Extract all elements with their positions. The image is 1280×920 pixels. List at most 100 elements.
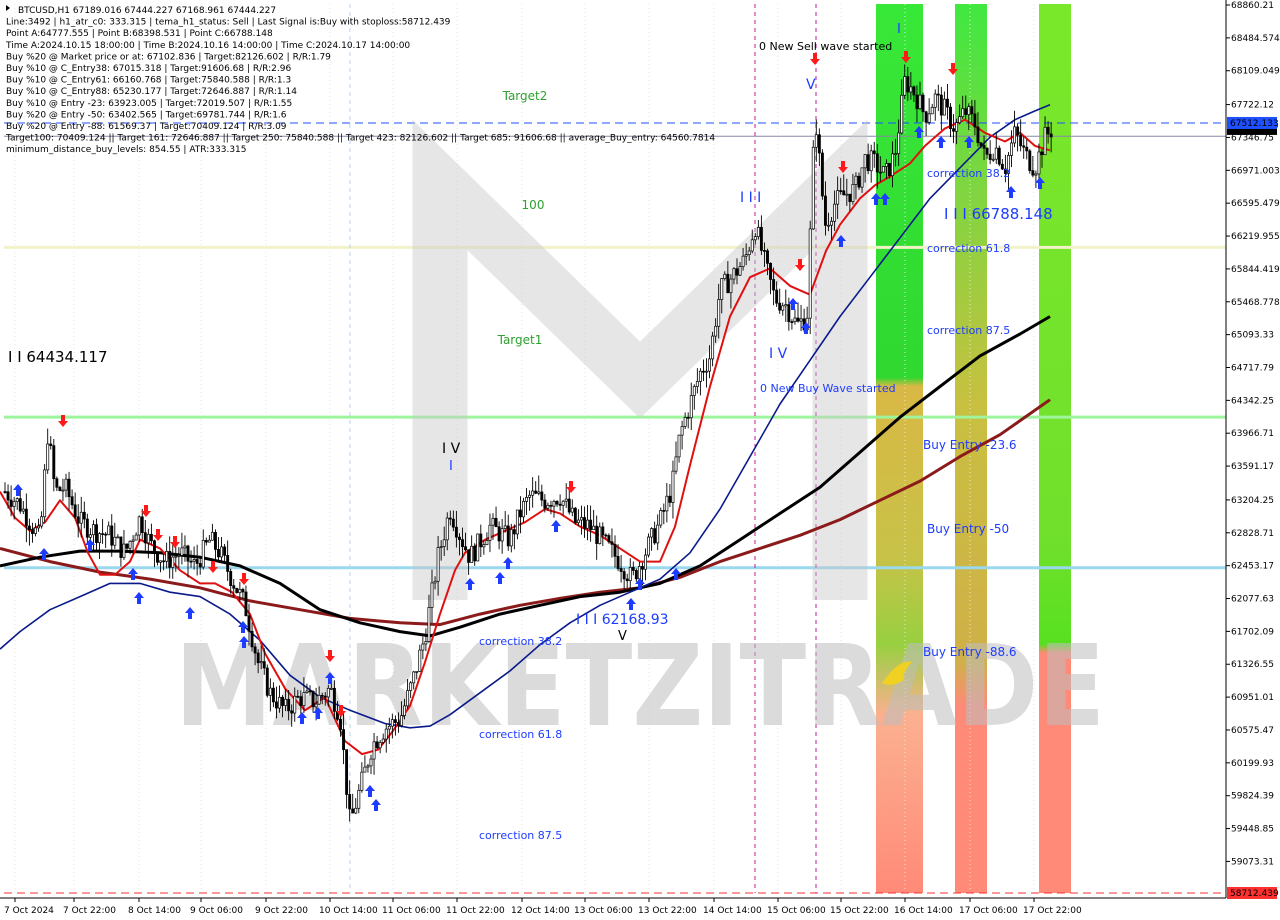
- candle-body: [708, 358, 712, 372]
- candle-body: [317, 694, 321, 705]
- candle-body: [46, 443, 50, 471]
- candle-body: [284, 698, 288, 706]
- candle-body: [278, 696, 281, 709]
- candle-body: [442, 539, 446, 547]
- candle-body: [903, 76, 907, 96]
- candle-body: [720, 278, 724, 300]
- candle-body: [271, 687, 275, 703]
- candle-body: [9, 499, 13, 507]
- candle-body: [872, 150, 876, 155]
- collapse-triangle-icon[interactable]: [6, 5, 10, 11]
- candle-body: [253, 646, 257, 654]
- candle-body: [293, 695, 297, 714]
- candle-body: [784, 304, 788, 307]
- info-panel: BTCUSD,H1 67189.016 67444.227 67168.961 …: [5, 5, 715, 155]
- candle-body: [860, 167, 864, 188]
- candle-body: [967, 106, 971, 115]
- candle-body: [628, 567, 632, 582]
- candle-body: [683, 416, 687, 427]
- candle-body: [217, 549, 220, 558]
- candle-body: [689, 395, 693, 419]
- candle-body: [372, 741, 376, 760]
- candle-body: [726, 273, 730, 294]
- candle-body: [970, 106, 974, 115]
- candle-body: [34, 527, 37, 534]
- candle-body: [695, 381, 699, 387]
- candle-body: [180, 547, 184, 556]
- candle-body: [1049, 133, 1053, 138]
- candle-body: [515, 509, 519, 535]
- candle-body: [525, 496, 529, 502]
- candle-body: [866, 154, 870, 172]
- buy-arrow-icon: [495, 572, 505, 584]
- candle-body: [91, 524, 95, 536]
- chart-annotation: Buy Entry -50: [927, 522, 1009, 536]
- price-tick-label: 68860.21: [1231, 1, 1274, 11]
- candle-body: [82, 511, 86, 520]
- price-tick-label: 59073.31: [1231, 857, 1274, 867]
- candle-body: [342, 729, 346, 751]
- candle-body: [601, 526, 605, 536]
- candle-body: [1010, 142, 1013, 156]
- info-line: minimum_distance_buy_levels: 854.55 | AT…: [6, 145, 247, 155]
- candle-body: [738, 266, 742, 276]
- candle-body: [43, 469, 47, 518]
- candle-body: [448, 517, 452, 520]
- price-tick-label: 67722.12: [1231, 101, 1274, 111]
- candle-body: [528, 494, 532, 498]
- chart-canvas: MARKETZITRADE Target2 100 Target1 I I 64434…: [0, 0, 1280, 920]
- candle-body: [796, 317, 800, 322]
- candle-body: [268, 687, 272, 696]
- info-line: Buy %20 @ Market price or at: 67102.836 …: [6, 52, 331, 62]
- chart-annotation: Buy Entry -23.6: [923, 438, 1017, 452]
- time-tick-label: 7 Oct 2024: [4, 906, 54, 916]
- candle-body: [616, 556, 620, 569]
- candle-body: [753, 236, 757, 241]
- candle-body: [387, 725, 391, 730]
- candle-body: [714, 325, 718, 337]
- candle-body: [58, 486, 62, 491]
- candle-body: [994, 147, 998, 160]
- chart-annotation: Buy Entry -88.6: [923, 645, 1017, 659]
- candle-body: [6, 491, 10, 501]
- candle-body: [653, 528, 657, 544]
- candle-body: [787, 304, 791, 322]
- candle-body: [412, 671, 416, 684]
- time-tick-label: 17 Oct 22:00: [1023, 906, 1082, 916]
- candle-body: [604, 534, 608, 537]
- candle-body: [607, 535, 611, 543]
- candle-body: [393, 719, 397, 723]
- chart-annotation: Target1: [497, 333, 543, 347]
- candle-body: [845, 193, 849, 196]
- sell-arrow-icon: [239, 573, 249, 585]
- candle-body: [198, 563, 202, 568]
- candle-body: [964, 108, 968, 115]
- candle-body: [76, 516, 80, 524]
- info-line: Line:3492 | h1_atr_c0: 333.315 | tema_h1…: [6, 18, 451, 28]
- candle-body: [1025, 146, 1029, 152]
- candle-body: [226, 555, 230, 572]
- candle-body: [153, 540, 156, 553]
- candle-body: [823, 195, 827, 226]
- candle-body: [991, 158, 995, 161]
- sell-arrow-icon: [810, 53, 820, 65]
- candle-body: [610, 541, 614, 545]
- candle-body: [567, 498, 571, 513]
- candle-body: [729, 278, 733, 294]
- candle-body: [775, 289, 779, 304]
- candle-body: [214, 532, 217, 550]
- candle-body: [351, 808, 355, 814]
- candle-body: [61, 489, 65, 492]
- candle-body: [518, 509, 522, 518]
- candle-body: [73, 504, 77, 518]
- candle-body: [88, 534, 92, 538]
- candle-body: [650, 528, 654, 538]
- candle-body: [302, 692, 306, 706]
- buy-arrow-icon: [1006, 186, 1016, 198]
- sell-arrow-icon: [566, 481, 576, 493]
- candle-body: [363, 766, 367, 773]
- candle-body: [177, 555, 181, 557]
- info-line: Buy %20 @ Entry -88: 61569.37 | Target:7…: [6, 122, 287, 132]
- time-tick-label: 11 Oct 22:00: [446, 906, 505, 916]
- buy-arrow-icon: [626, 598, 636, 610]
